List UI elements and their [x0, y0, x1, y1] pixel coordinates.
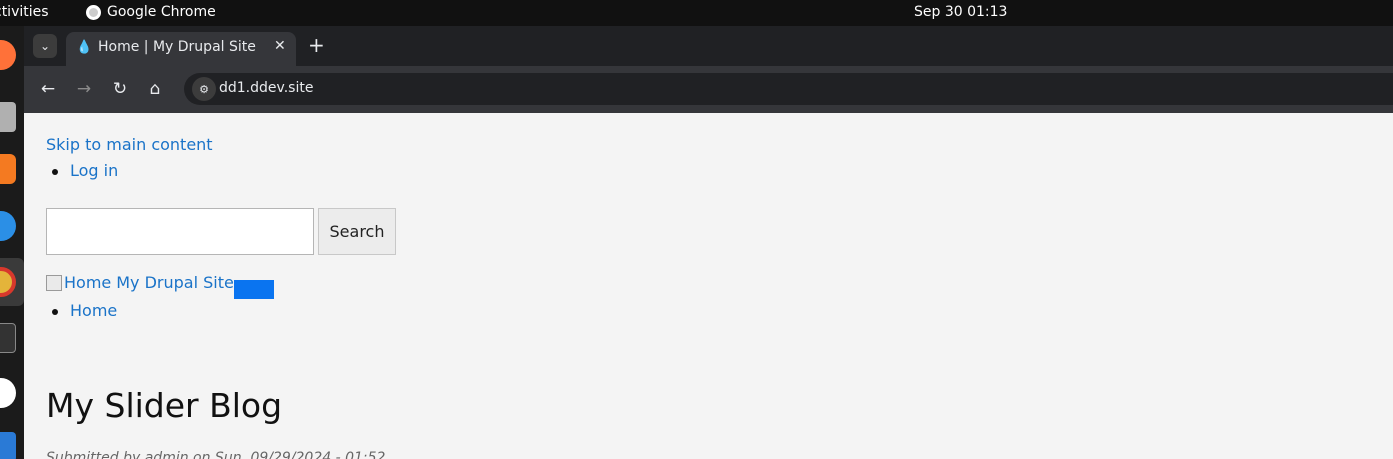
help-icon[interactable]	[0, 211, 16, 241]
submitted-info: Submitted by admin on Sun, 09/29/2024 - …	[46, 450, 386, 459]
close-icon[interactable]: ✕	[274, 38, 286, 54]
list-bullet	[52, 169, 58, 175]
back-button[interactable]: ←	[37, 78, 59, 100]
terminal-icon[interactable]	[0, 323, 16, 353]
tab-home[interactable]: 💧 Home | My Drupal Site ✕	[66, 32, 296, 66]
address-bar[interactable]: ⚙ dd1.ddev.site	[184, 73, 1393, 105]
chrome-icon	[86, 4, 101, 20]
files-icon[interactable]	[0, 102, 16, 132]
search-input[interactable]	[46, 208, 314, 255]
login-link[interactable]: Log in	[70, 161, 118, 180]
new-tab-button[interactable]: +	[308, 34, 325, 56]
system-top-bar: ctivities Google Chrome Sep 30 01:13	[0, 0, 1393, 26]
site-branding: Home My Drupal Site	[46, 273, 234, 292]
browser-toolbar: ← → ↻ ⌂ ⚙ dd1.ddev.site	[24, 66, 1393, 113]
accent-block	[234, 280, 274, 299]
chevron-down-icon: ⌄	[39, 39, 51, 53]
clock[interactable]: Sep 30 01:13	[914, 4, 1007, 20]
broken-image-icon[interactable]	[46, 274, 62, 291]
forward-button[interactable]: →	[73, 78, 95, 100]
url-text[interactable]: dd1.ddev.site	[219, 80, 313, 96]
home-button[interactable]: ⌂	[144, 78, 166, 100]
software-icon[interactable]	[0, 154, 16, 184]
article-title: My Slider Blog	[46, 386, 283, 425]
vscode-icon[interactable]	[0, 432, 16, 459]
main-menu-home-link[interactable]: Home	[70, 301, 117, 320]
firefox-icon[interactable]	[0, 40, 16, 70]
app-name: Google Chrome	[107, 4, 216, 20]
app-menu[interactable]: Google Chrome	[86, 4, 216, 20]
tab-title: Home | My Drupal Site	[98, 39, 256, 55]
drupal-icon: 💧	[76, 40, 93, 55]
activities-button[interactable]: ctivities	[0, 4, 49, 20]
site-name-link[interactable]: My Drupal Site	[116, 273, 234, 292]
tab-search-button[interactable]: ⌄	[33, 34, 57, 58]
tab-strip: ⌄ 💧 Home | My Drupal Site ✕ +	[24, 26, 1393, 66]
skip-to-main-link[interactable]: Skip to main content	[46, 135, 213, 154]
slack-icon[interactable]	[0, 378, 16, 408]
reload-button[interactable]: ↻	[109, 78, 131, 100]
list-bullet	[52, 309, 58, 315]
logo-alt-link[interactable]: Home	[64, 273, 111, 292]
search-button[interactable]: Search	[318, 208, 396, 255]
dock	[0, 26, 24, 459]
page-content: Skip to main content Log in Search Home …	[24, 113, 1393, 459]
site-settings-icon[interactable]: ⚙	[192, 77, 216, 101]
